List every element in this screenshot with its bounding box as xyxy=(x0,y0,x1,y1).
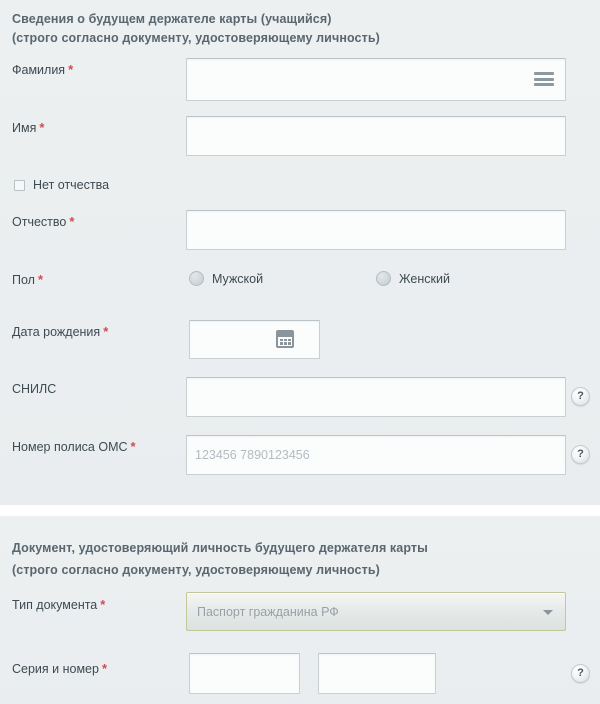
personal-info-panel: Сведения о будущем держателе карты (учащ… xyxy=(0,0,600,505)
series-number-label-text: Серия и номер xyxy=(12,662,99,676)
document-info-panel: Документ, удостоверяющий личность будуще… xyxy=(0,516,600,704)
patronymic-input[interactable] xyxy=(186,210,566,250)
snils-label: СНИЛС xyxy=(12,381,59,396)
doc-type-select[interactable]: Паспорт гражданина РФ xyxy=(186,592,566,631)
firstname-label: Имя * xyxy=(12,120,44,135)
gender-label: Пол * xyxy=(12,272,43,287)
calendar-icon[interactable] xyxy=(276,330,294,348)
snils-input[interactable] xyxy=(186,377,566,417)
personal-section-heading-line1: Сведения о будущем держателе карты (учащ… xyxy=(12,12,332,26)
patronymic-label: Отчество * xyxy=(12,214,74,229)
doc-type-label-text: Тип документа xyxy=(12,598,98,612)
document-number-input[interactable] xyxy=(318,653,436,694)
birthdate-label-text: Дата рождения xyxy=(12,325,101,339)
document-section-heading-line2: (строго согласно документу, удостоверяющ… xyxy=(12,563,380,577)
hamburger-icon[interactable] xyxy=(534,72,554,86)
chevron-down-icon[interactable] xyxy=(543,609,553,615)
firstname-input[interactable] xyxy=(186,116,566,156)
oms-help-button[interactable]: ? xyxy=(571,445,590,464)
series-number-label: Серия и номер * xyxy=(12,661,107,676)
document-series-input[interactable] xyxy=(189,653,300,694)
gender-required-mark: * xyxy=(37,272,44,287)
snils-help-button[interactable]: ? xyxy=(571,387,590,406)
firstname-label-text: Имя xyxy=(12,121,37,135)
surname-input[interactable] xyxy=(186,58,566,101)
form-page: Сведения о будущем держателе карты (учащ… xyxy=(0,0,600,704)
series-number-required-mark: * xyxy=(101,661,108,676)
oms-label: Номер полиса ОМС * xyxy=(12,439,136,454)
no-patronymic-label[interactable]: Нет отчества xyxy=(33,178,109,192)
gender-radio-female[interactable] xyxy=(376,271,391,286)
section-divider xyxy=(0,505,600,516)
gender-label-text: Пол xyxy=(12,273,35,287)
doc-type-selected-value: Паспорт гражданина РФ xyxy=(197,604,339,619)
snils-label-text: СНИЛС xyxy=(12,382,57,396)
doc-type-label: Тип документа * xyxy=(12,597,105,612)
birthdate-required-mark: * xyxy=(103,324,109,339)
document-section-heading-line1: Документ, удостоверяющий личность будуще… xyxy=(12,541,428,555)
oms-label-text: Номер полиса ОМС xyxy=(12,440,128,454)
no-patronymic-checkbox[interactable] xyxy=(14,180,25,191)
doc-type-required-mark: * xyxy=(100,597,106,612)
gender-radio-male-label[interactable]: Мужской xyxy=(212,272,263,286)
series-number-help-button[interactable]: ? xyxy=(571,664,590,683)
patronymic-label-text: Отчество xyxy=(12,215,67,229)
birthdate-input[interactable] xyxy=(189,320,320,359)
birthdate-label: Дата рождения * xyxy=(12,324,108,339)
gender-radio-female-label[interactable]: Женский xyxy=(399,272,450,286)
oms-required-mark: * xyxy=(130,439,136,454)
firstname-required-mark: * xyxy=(39,120,45,135)
surname-label: Фамилия * xyxy=(12,62,73,77)
gender-radio-male[interactable] xyxy=(189,271,204,286)
surname-required-mark: * xyxy=(68,62,74,77)
oms-input[interactable] xyxy=(186,435,566,475)
personal-section-heading-line2: (строго согласно документу, удостоверяющ… xyxy=(12,31,380,45)
surname-label-text: Фамилия xyxy=(12,63,66,77)
patronymic-required-mark: * xyxy=(69,214,75,229)
